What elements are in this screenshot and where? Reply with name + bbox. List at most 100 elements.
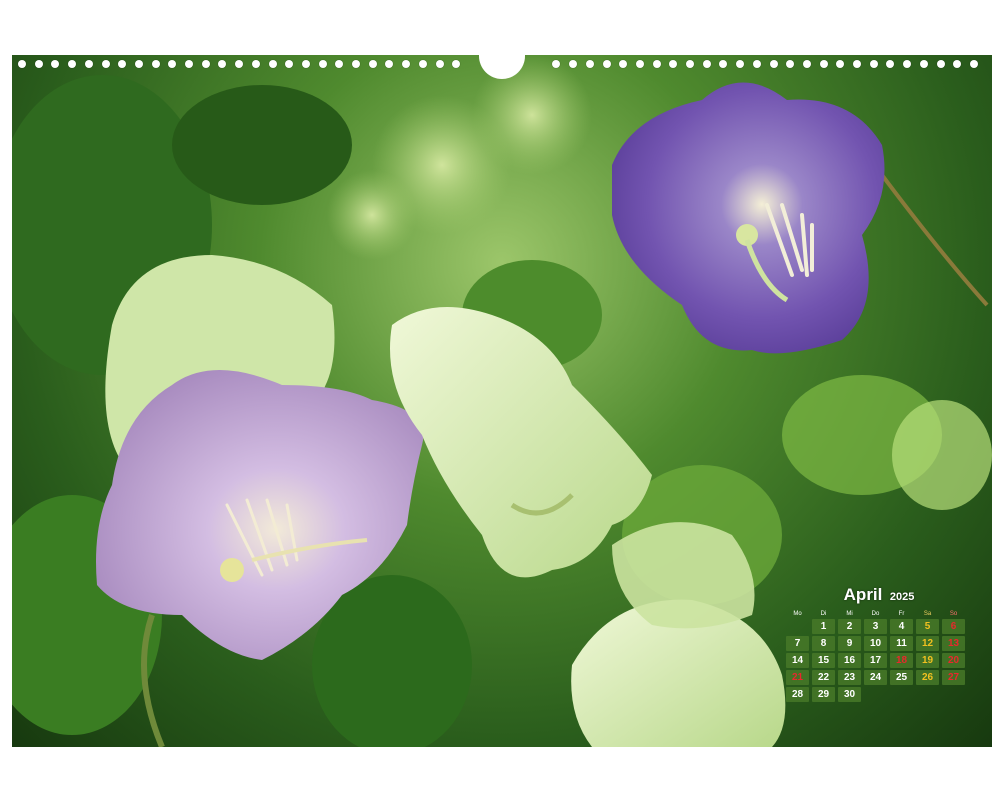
binding-hole	[385, 60, 394, 68]
calendar-day: 8	[812, 636, 835, 651]
green-bell-flower	[390, 307, 652, 578]
binding-hole	[853, 60, 861, 68]
binding-hole	[251, 60, 260, 68]
calendar-day: 25	[890, 670, 913, 685]
binding-hole	[585, 60, 594, 68]
calendar-title: April 2025	[786, 585, 972, 605]
calendar-day: 11	[890, 636, 913, 651]
day-grid: 1 2 3 4 5 6 7 8 9 10 11 12 13 14 15 16 17 18 19 20 21 22 23 24 2…	[786, 619, 972, 702]
binding-hole	[686, 60, 694, 68]
weekday-label: Di	[820, 611, 827, 617]
calendar-day: 26	[916, 670, 939, 685]
calendar-day: 1	[812, 619, 835, 634]
binding-hole	[134, 60, 143, 68]
calendar-day: 18	[890, 653, 913, 668]
binding-hole	[953, 60, 962, 68]
calendar-day: 12	[916, 636, 939, 651]
binding-hole	[34, 60, 43, 68]
calendar-day: 2	[838, 619, 861, 634]
binding-hole	[368, 60, 377, 68]
binding-hole	[101, 60, 110, 68]
binding-hole	[669, 60, 678, 68]
binding-hole	[268, 60, 277, 68]
binding-hole	[869, 60, 878, 68]
binding-hole	[936, 60, 945, 68]
binding-hole	[619, 60, 628, 68]
month-calendar: April 2025 Mo Di Mi Do Fr Sa So 1 2 3 4 5 6 7 8 9 10 11 1…	[786, 585, 972, 702]
binding-hole	[402, 60, 411, 68]
binding-hole	[352, 60, 360, 68]
calendar-day: 20	[942, 653, 965, 668]
calendar-day: 10	[864, 636, 887, 651]
binding-hole	[218, 60, 227, 68]
calendar-day: 21	[786, 670, 809, 685]
calendar-day: 14	[786, 653, 809, 668]
binding-hole	[836, 60, 845, 68]
binding-hole	[569, 60, 578, 68]
calendar-day: 4	[890, 619, 913, 634]
leaf	[892, 400, 992, 510]
binding-hole	[318, 60, 327, 68]
calendar-day: 16	[838, 653, 861, 668]
binding-hole	[185, 60, 193, 68]
binding-hole	[201, 60, 210, 68]
calendar-day: 23	[838, 670, 861, 685]
binding-hole	[786, 60, 795, 68]
binding-hole	[118, 60, 127, 68]
weekday-label: Mo	[793, 611, 802, 617]
binding-hole	[702, 60, 711, 68]
binding-hole	[635, 60, 644, 68]
calendar-day: 15	[812, 653, 835, 668]
calendar-year: 2025	[889, 591, 915, 603]
binding-hole	[235, 60, 244, 68]
binding-hole	[969, 60, 978, 68]
calendar-day: 24	[864, 670, 887, 685]
weekday-header: Mo Di Mi Do Fr Sa So	[786, 611, 972, 617]
binding-hole	[335, 60, 344, 68]
binding-hole	[736, 60, 745, 68]
binding-hole	[18, 60, 26, 68]
calendar-day: 30	[838, 687, 861, 702]
leaf	[172, 85, 352, 205]
weekday-label: Fr	[898, 611, 905, 617]
binding-hole	[51, 60, 60, 68]
binding-hole	[435, 60, 444, 68]
binding-hole	[452, 60, 461, 68]
calendar-day: 29	[812, 687, 835, 702]
binding-hole	[919, 60, 928, 68]
binding-hole	[886, 60, 895, 68]
calendar-day: 5	[916, 619, 939, 634]
calendar-day: 28	[786, 687, 809, 702]
calendar-page: April 2025 Mo Di Mi Do Fr Sa So 1 2 3 4 5 6 7 8 9 10 11 1…	[0, 0, 1000, 800]
purple-bell-flower	[612, 82, 885, 354]
calendar-day: 27	[942, 670, 965, 685]
weekday-label: Mi	[846, 611, 853, 617]
calendar-blank	[786, 619, 809, 634]
binding-hole	[769, 60, 778, 68]
calendar-month: April	[843, 585, 883, 604]
binding-hole	[819, 60, 828, 68]
calendar-day: 19	[916, 653, 939, 668]
calendar-day: 13	[942, 636, 965, 651]
weekday-label: So	[949, 611, 958, 617]
binding-hole	[301, 60, 310, 68]
binding-hole	[903, 60, 912, 68]
bokeh-light	[327, 170, 417, 260]
spiral-binding	[12, 60, 992, 74]
binding-hole	[418, 60, 427, 68]
binding-hole	[602, 60, 611, 68]
weekday-label: Do	[871, 611, 880, 617]
calendar-day: 9	[838, 636, 861, 651]
calendar-day: 3	[864, 619, 887, 634]
binding-hole	[719, 60, 728, 68]
weekday-label: Sa	[923, 611, 932, 617]
calendar-day: 7	[786, 636, 809, 651]
calendar-day: 22	[812, 670, 835, 685]
binding-hole	[752, 60, 761, 68]
binding-hole	[552, 60, 561, 68]
binding-hole	[285, 60, 294, 68]
binding-hole	[84, 60, 93, 68]
calendar-day: 6	[942, 619, 965, 634]
binding-hole	[68, 60, 77, 68]
stem	[880, 173, 989, 307]
